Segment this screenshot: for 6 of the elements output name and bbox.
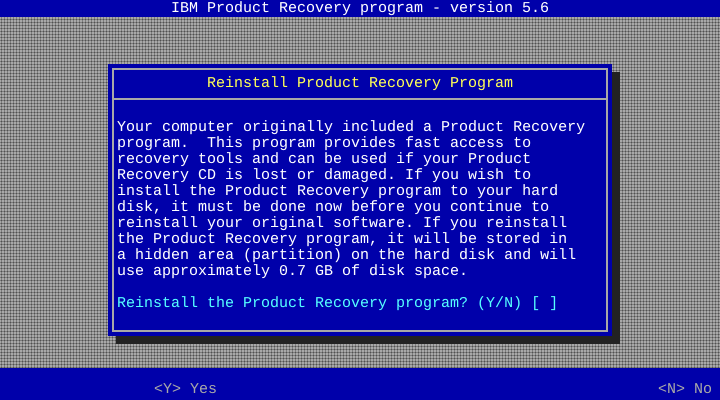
dialog-prompt: Reinstall the Product Recovery program? (Y/N) [ ]	[117, 296, 560, 312]
dialog-message: Your computer originally included a Product Recovery program. This program provides fast access to recovery tools and can be used if your Product Recovery CD is lost or damaged. If you wish to install the Product Recovery program to your hard disk, it must be done now before you continue to reinstall your original software. If you reinstall the Product Recovery program, it will be stored in a hidden area (partition) on the hard disk and will use approximately 0.7 GB of disk space.	[117, 120, 586, 280]
key-hint[interactable]: <N> No	[658, 382, 712, 398]
dialog-title: Reinstall Product Recovery Program	[206, 74, 514, 94]
window-title: IBM Product Recovery program - version 5.6	[170, 0, 550, 16]
key-hint[interactable]: <Y> Yes	[154, 382, 218, 398]
